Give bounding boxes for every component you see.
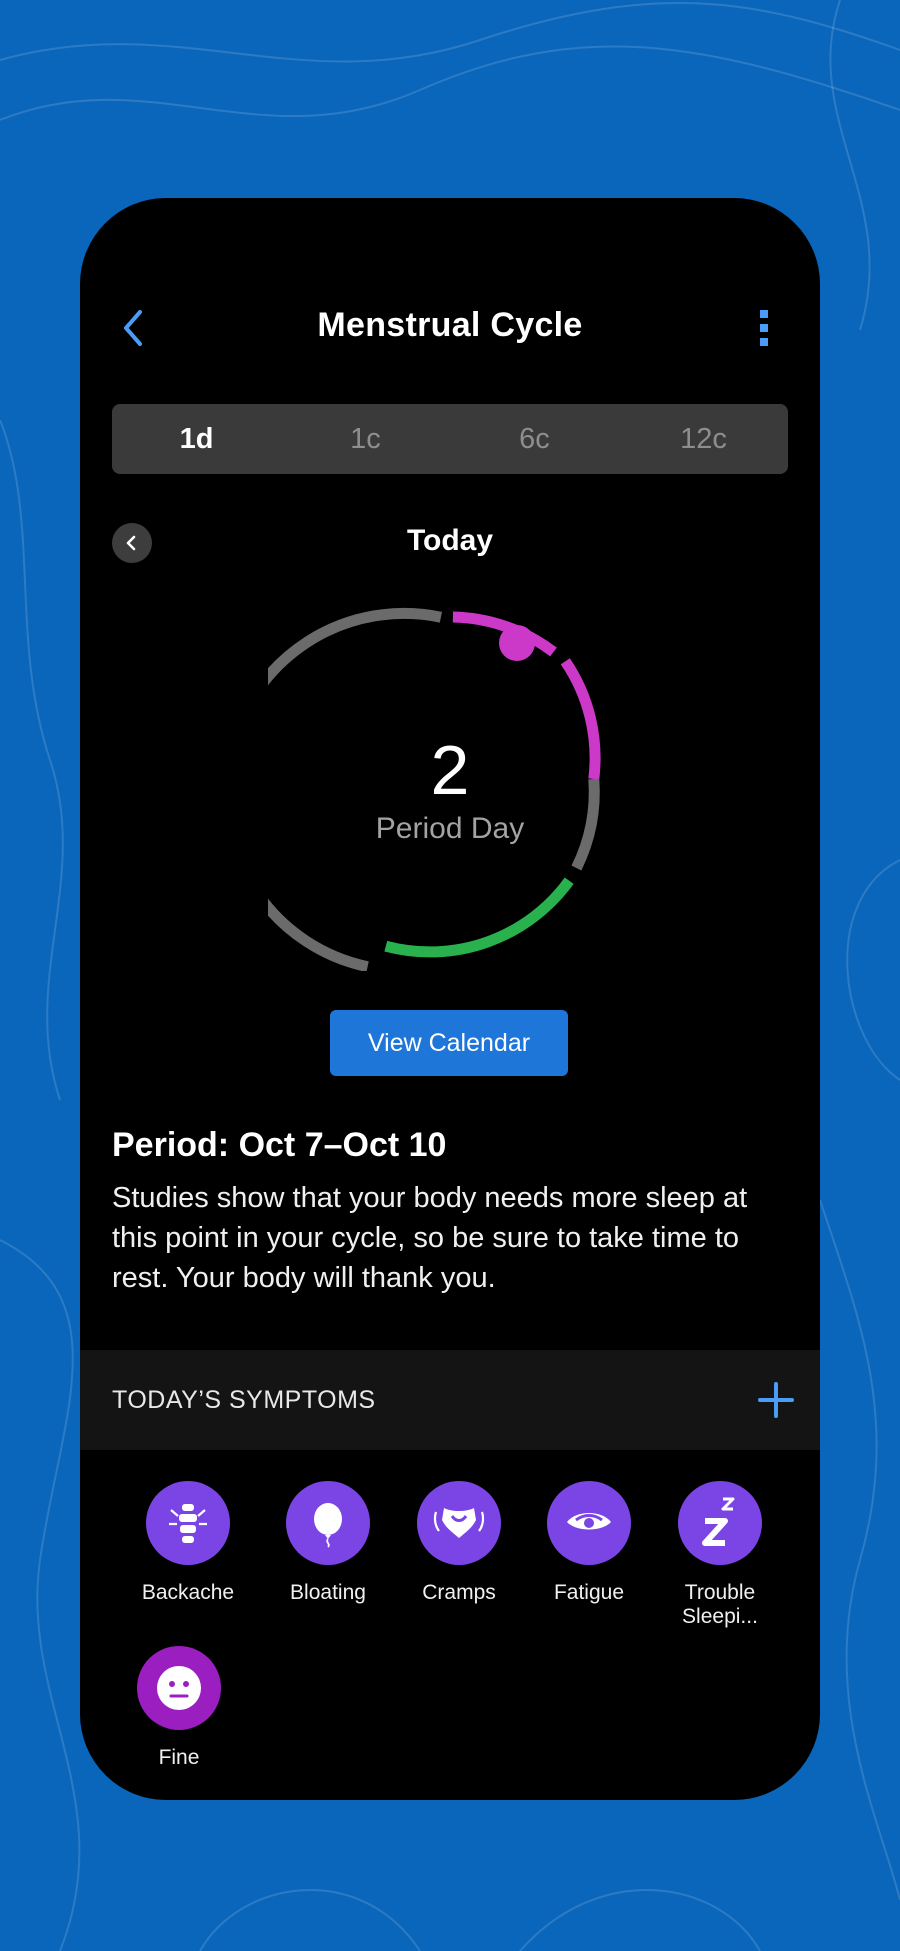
mood-label: Fine — [158, 1746, 200, 1769]
symptom-icon-circle — [547, 1481, 631, 1565]
symptom-icon-circle — [417, 1481, 501, 1565]
page-title: Menstrual Cycle — [317, 306, 583, 344]
spine-icon — [169, 1504, 207, 1543]
segment-1c[interactable]: 1c — [281, 404, 450, 474]
balloon-icon — [314, 1503, 342, 1548]
range-segmented-control: 1d 1c 6c 12c — [112, 404, 788, 474]
mood-icon-circle — [137, 1646, 221, 1730]
more-options-button[interactable] — [748, 304, 780, 352]
current-day-marker — [499, 625, 535, 661]
symptoms-title: TODAY’S SYMPTOMS — [112, 1386, 376, 1414]
symptom-icon-circle — [678, 1481, 762, 1565]
more-vertical-icon — [760, 310, 768, 346]
symptom-backache[interactable]: Backache — [123, 1481, 253, 1605]
zzz-icon — [702, 1497, 735, 1546]
symptom-bloating[interactable]: Bloating — [263, 1481, 393, 1605]
segment-1d[interactable]: 1d — [112, 404, 281, 474]
symptom-trouble-sleeping[interactable]: Trouble Sleepi... — [655, 1481, 785, 1629]
symptoms-header: TODAY’S SYMPTOMS — [80, 1350, 820, 1450]
segment-12c[interactable]: 12c — [619, 404, 788, 474]
add-symptom-button[interactable] — [754, 1378, 798, 1422]
symptom-icon-circle — [286, 1481, 370, 1565]
mood-fine[interactable]: Fine — [114, 1646, 244, 1770]
symptom-cramps[interactable]: Cramps — [394, 1481, 524, 1605]
view-calendar-button[interactable]: View Calendar — [330, 1010, 568, 1076]
neutral-face-icon — [157, 1666, 201, 1710]
symptom-label: Backache — [141, 1581, 235, 1604]
segment-6c[interactable]: 6c — [450, 404, 619, 474]
symptom-label: Cramps — [422, 1581, 496, 1604]
ring-segment-fertile — [384, 877, 574, 958]
symptom-icon-circle — [146, 1481, 230, 1565]
symptom-label: Trouble Sleepi... — [682, 1581, 758, 1628]
plus-icon — [758, 1382, 794, 1418]
cycle-day-label: Period Day — [375, 812, 525, 845]
eye-icon — [567, 1513, 611, 1530]
symptom-label: Bloating — [290, 1581, 366, 1604]
symptom-label: Fatigue — [553, 1581, 625, 1604]
date-label: Today — [406, 524, 494, 557]
pelvis-icon — [433, 1508, 485, 1538]
phone-screen: Menstrual Cycle 1d 1c 6c 12c Today 2 Per… — [80, 198, 820, 1800]
period-title: Period: Oct 7–Oct 10 — [112, 1126, 447, 1164]
symptom-fatigue[interactable]: Fatigue — [524, 1481, 654, 1605]
period-description: Studies show that your body needs more s… — [112, 1182, 748, 1294]
cycle-day-number: 2 — [430, 731, 470, 809]
